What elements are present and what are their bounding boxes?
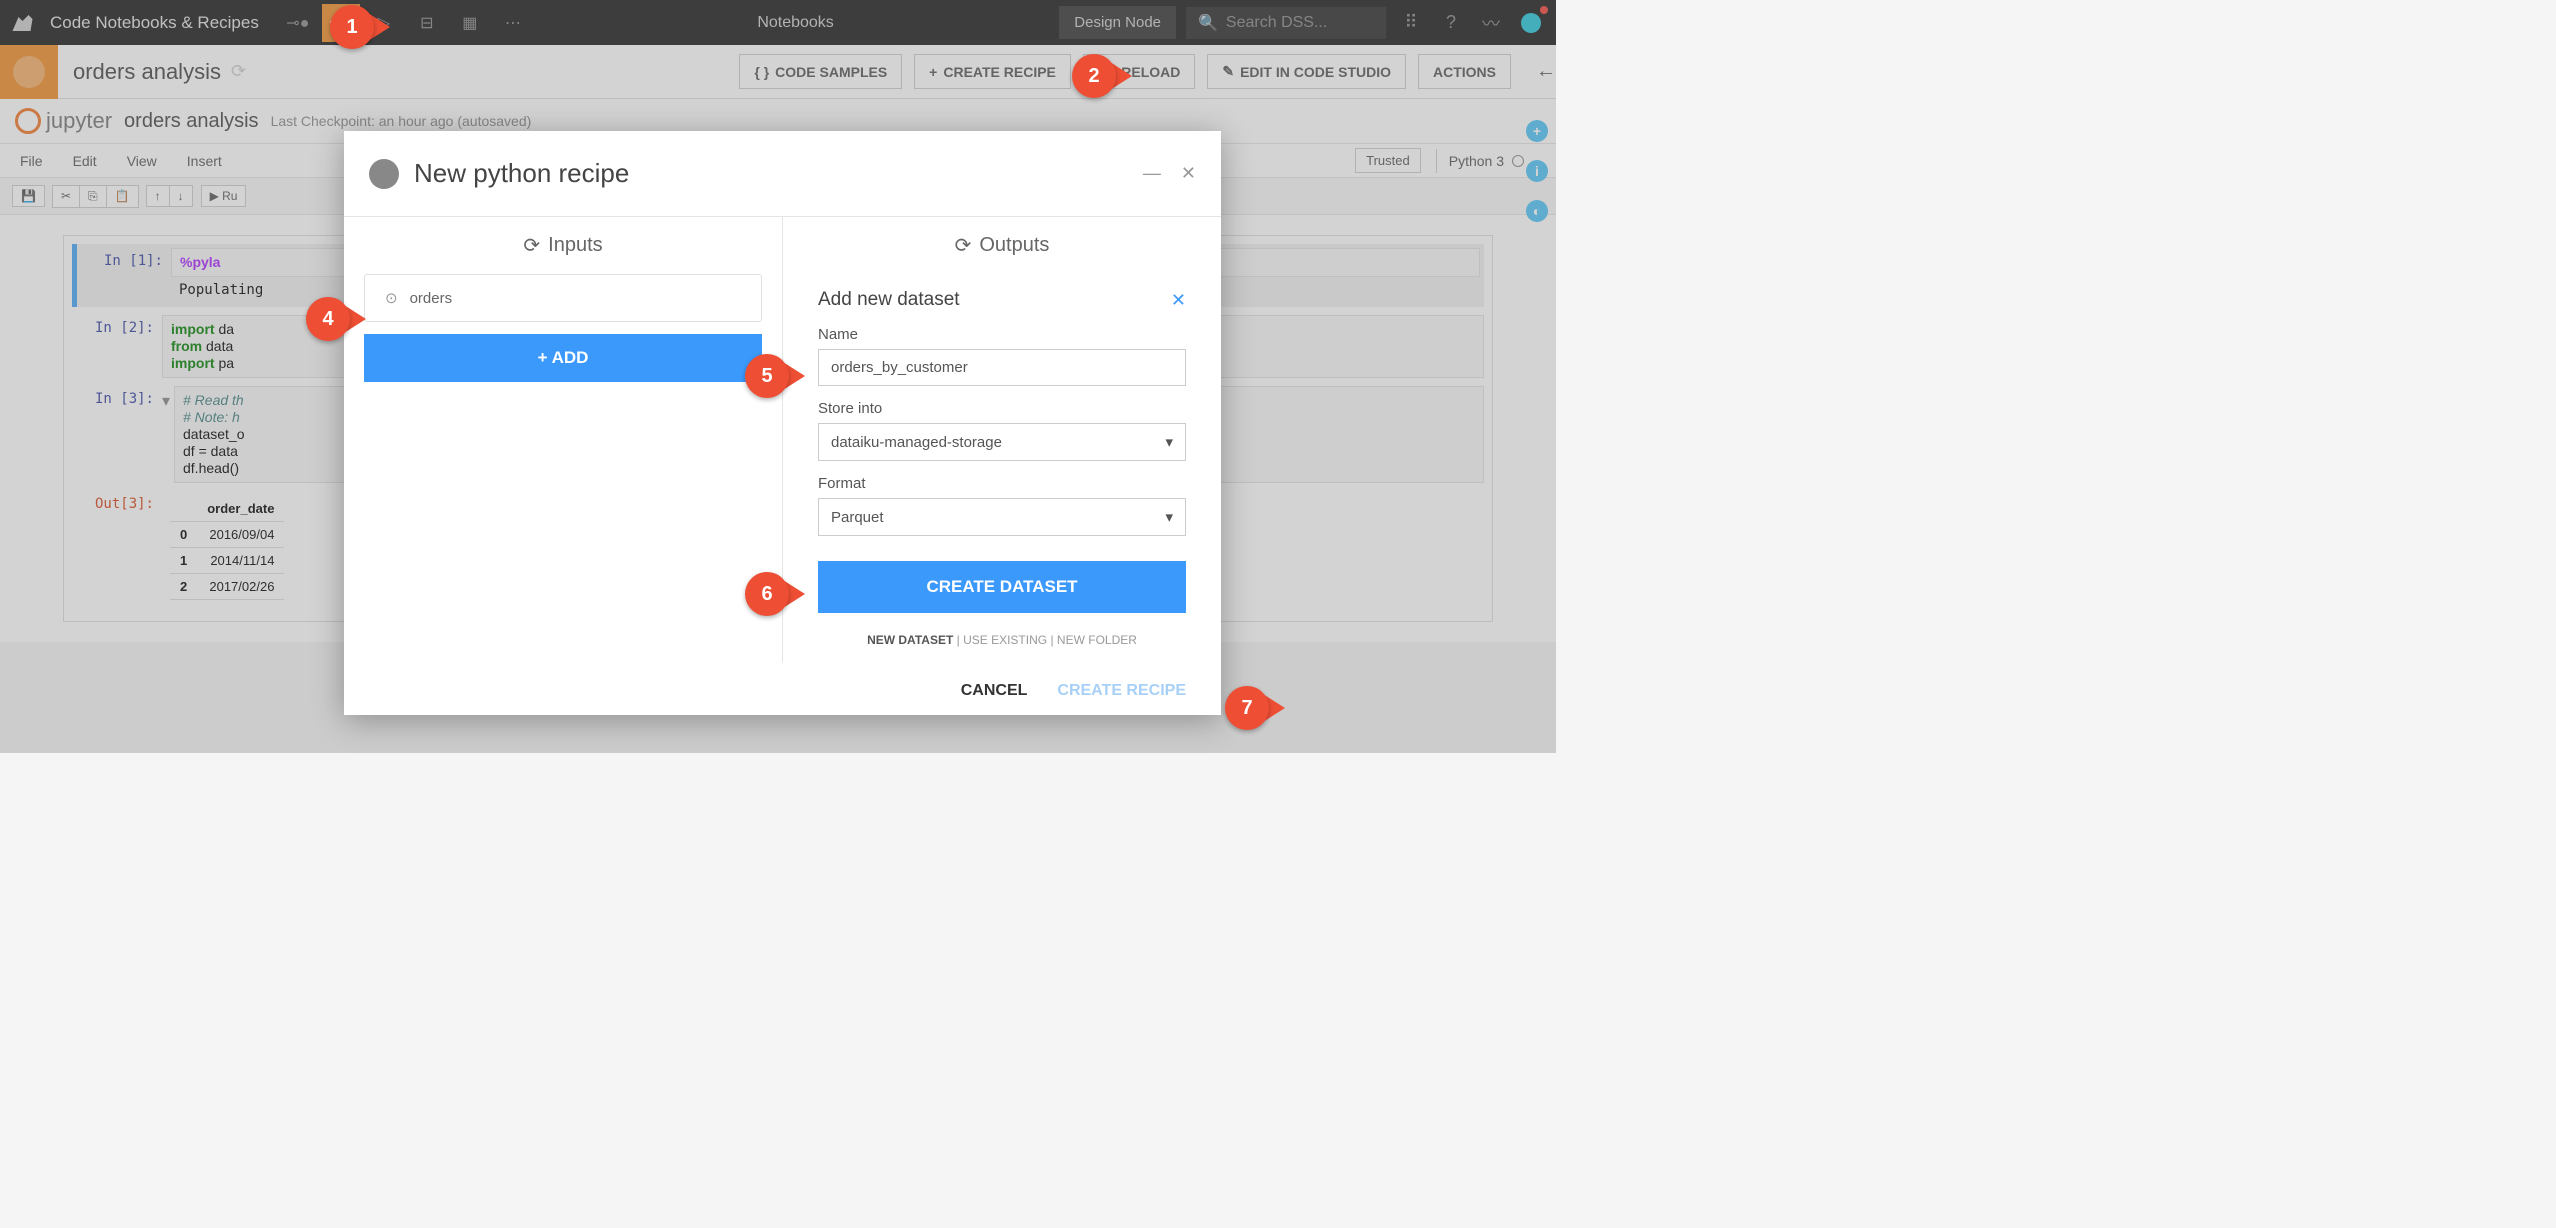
create-dataset-button[interactable]: CREATE DATASET [818, 561, 1186, 613]
chevron-down-icon: ▾ [1165, 433, 1173, 451]
tab-use-existing[interactable]: USE EXISTING [963, 633, 1047, 647]
inputs-header: ⟳ Inputs [344, 217, 782, 274]
add-input-button[interactable]: + ADD [364, 334, 762, 382]
minimize-icon[interactable]: — [1143, 163, 1161, 184]
name-label: Name [818, 326, 1186, 343]
tab-new-dataset[interactable]: NEW DATASET [867, 633, 953, 647]
store-into-select[interactable]: dataiku-managed-storage ▾ [818, 423, 1186, 461]
create-recipe-submit-button[interactable]: CREATE RECIPE [1057, 682, 1186, 700]
dataset-icon: ⊙ [385, 289, 398, 307]
modal-inputs-panel: ⟳ Inputs ⊙ orders + ADD [344, 217, 783, 662]
arrow-circle-icon: ⟳ [523, 233, 540, 258]
tab-new-folder[interactable]: NEW FOLDER [1057, 633, 1137, 647]
modal-outputs-panel: ⟳ Outputs Add new dataset ✕ Name Store i… [783, 217, 1221, 662]
format-select[interactable]: Parquet ▾ [818, 498, 1186, 536]
chevron-down-icon: ▾ [1165, 508, 1173, 526]
cancel-button[interactable]: CANCEL [961, 682, 1028, 700]
annotation-2: 2 [1072, 54, 1132, 98]
annotation-7: 7 [1225, 686, 1285, 730]
input-dataset-chip[interactable]: ⊙ orders [364, 274, 762, 322]
output-mode-tabs: NEW DATASET | USE EXISTING | NEW FOLDER [818, 633, 1186, 647]
annotation-4: 4 [306, 297, 366, 341]
format-label: Format [818, 475, 1186, 492]
close-icon[interactable]: ✕ [1181, 163, 1196, 184]
close-output-icon[interactable]: ✕ [1171, 290, 1186, 311]
outputs-header: ⟳ Outputs [783, 217, 1221, 274]
dataset-name-input[interactable] [818, 349, 1186, 386]
add-dataset-title: Add new dataset [818, 289, 960, 311]
python-recipe-icon [369, 159, 399, 189]
modal-footer: CANCEL CREATE RECIPE [344, 662, 1221, 715]
new-recipe-modal: New python recipe — ✕ ⟳ Inputs ⊙ orders … [344, 131, 1221, 715]
annotation-6: 6 [745, 572, 805, 616]
store-label: Store into [818, 400, 1186, 417]
annotation-1: 1 [330, 5, 390, 49]
modal-title: New python recipe [414, 158, 1123, 189]
annotation-5: 5 [745, 354, 805, 398]
arrow-circle-icon: ⟳ [955, 233, 972, 258]
modal-header: New python recipe — ✕ [344, 131, 1221, 217]
